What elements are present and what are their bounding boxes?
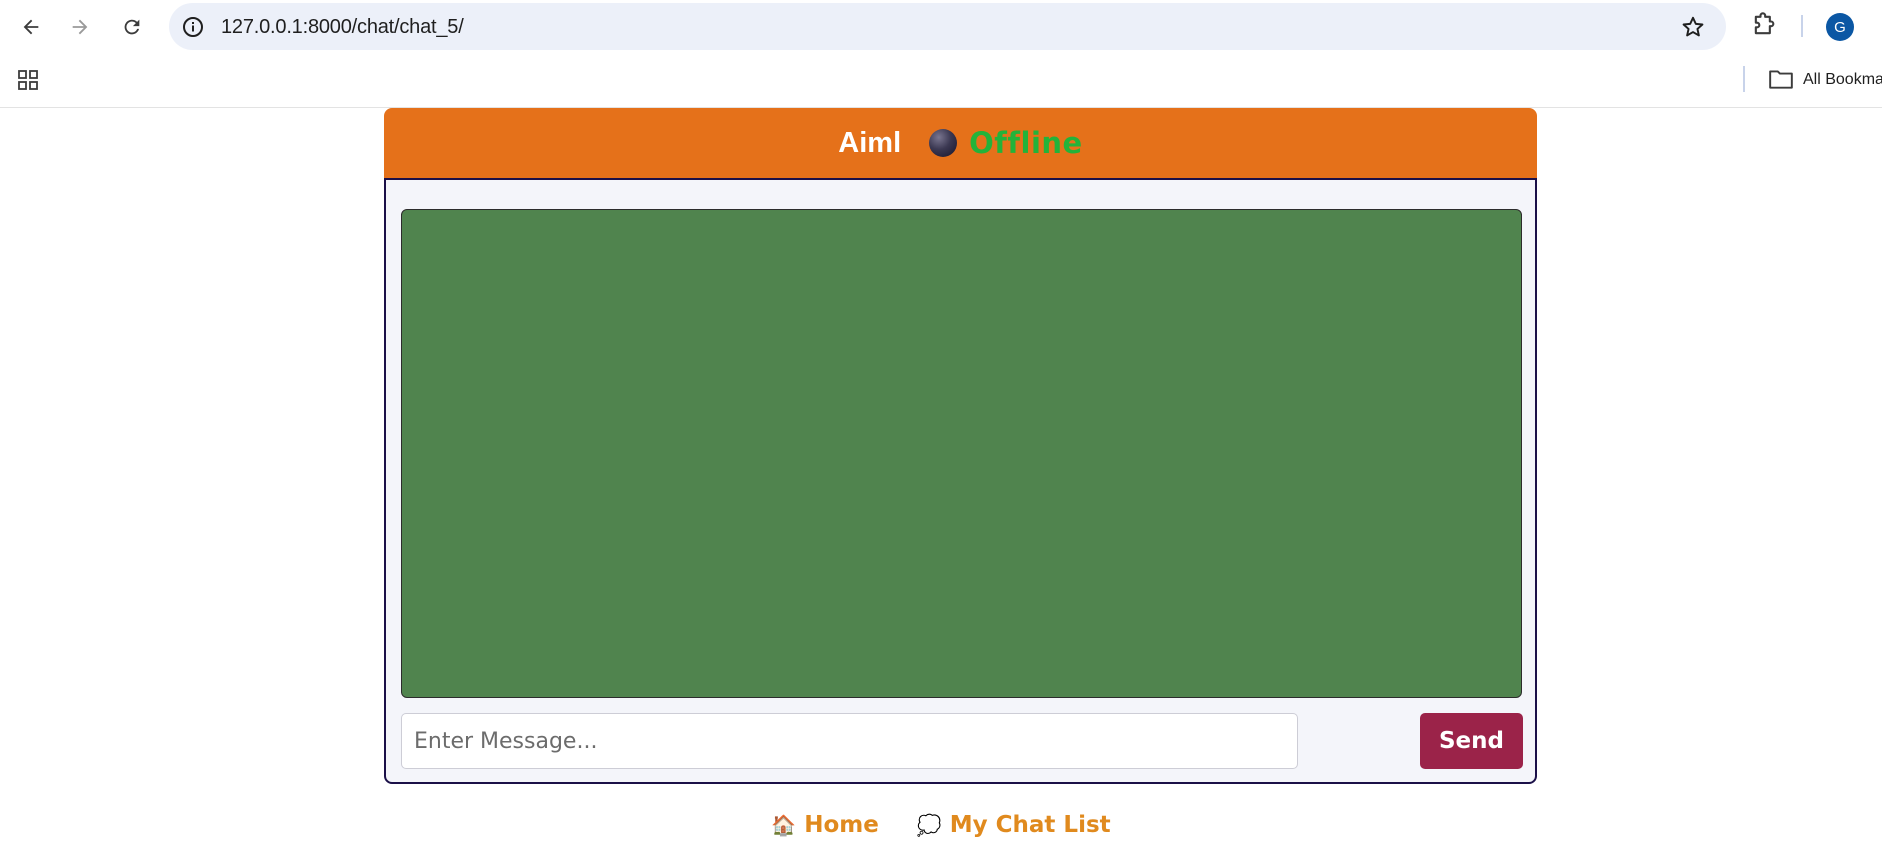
address-bar[interactable]: 127.0.0.1:8000/chat/chat_5/ — [169, 3, 1726, 50]
toolbar-divider — [1801, 15, 1803, 37]
profile-avatar[interactable]: G — [1826, 13, 1854, 41]
chat-list-link[interactable]: 💭 My Chat List — [917, 812, 1111, 838]
send-button[interactable]: Send — [1420, 713, 1523, 769]
back-button[interactable] — [13, 9, 49, 45]
chat-panel: Send — [384, 178, 1537, 784]
url-text[interactable]: 127.0.0.1:8000/chat/chat_5/ — [221, 16, 464, 39]
folder-icon — [1769, 70, 1793, 89]
home-link-label: Home — [804, 812, 879, 838]
home-link[interactable]: 🏠 Home — [771, 812, 879, 838]
status-text: Offline — [969, 126, 1083, 160]
extensions-puzzle-icon[interactable] — [1750, 11, 1778, 39]
chat-list-link-label: My Chat List — [949, 812, 1111, 838]
thought-bubble-icon: 💭 — [916, 813, 942, 837]
house-icon: 🏠 — [771, 813, 797, 837]
status-indicator-icon — [929, 129, 958, 157]
apps-grid-icon[interactable] — [16, 68, 40, 92]
site-info-icon[interactable] — [181, 15, 205, 39]
back-arrow-icon — [23, 19, 39, 35]
forward-arrow-icon — [72, 19, 88, 35]
browser-toolbar: 127.0.0.1:8000/chat/chat_5/ G — [0, 0, 1882, 54]
bookmarks-bar: All Bookmarks — [0, 54, 1882, 108]
chat-title: Aiml — [838, 126, 902, 159]
message-input[interactable] — [401, 713, 1298, 769]
bookmarks-divider — [1743, 66, 1745, 92]
all-bookmarks-button[interactable]: All Bookmarks — [1803, 71, 1882, 89]
bookmark-star-icon[interactable] — [1680, 14, 1706, 40]
reload-icon — [124, 19, 140, 35]
chat-header: Aiml Offline — [384, 108, 1537, 178]
chat-log[interactable] — [401, 209, 1522, 698]
footer-nav: 🏠 Home 💭 My Chat List — [0, 812, 1882, 838]
reload-button[interactable] — [114, 9, 150, 45]
forward-button[interactable] — [62, 9, 98, 45]
